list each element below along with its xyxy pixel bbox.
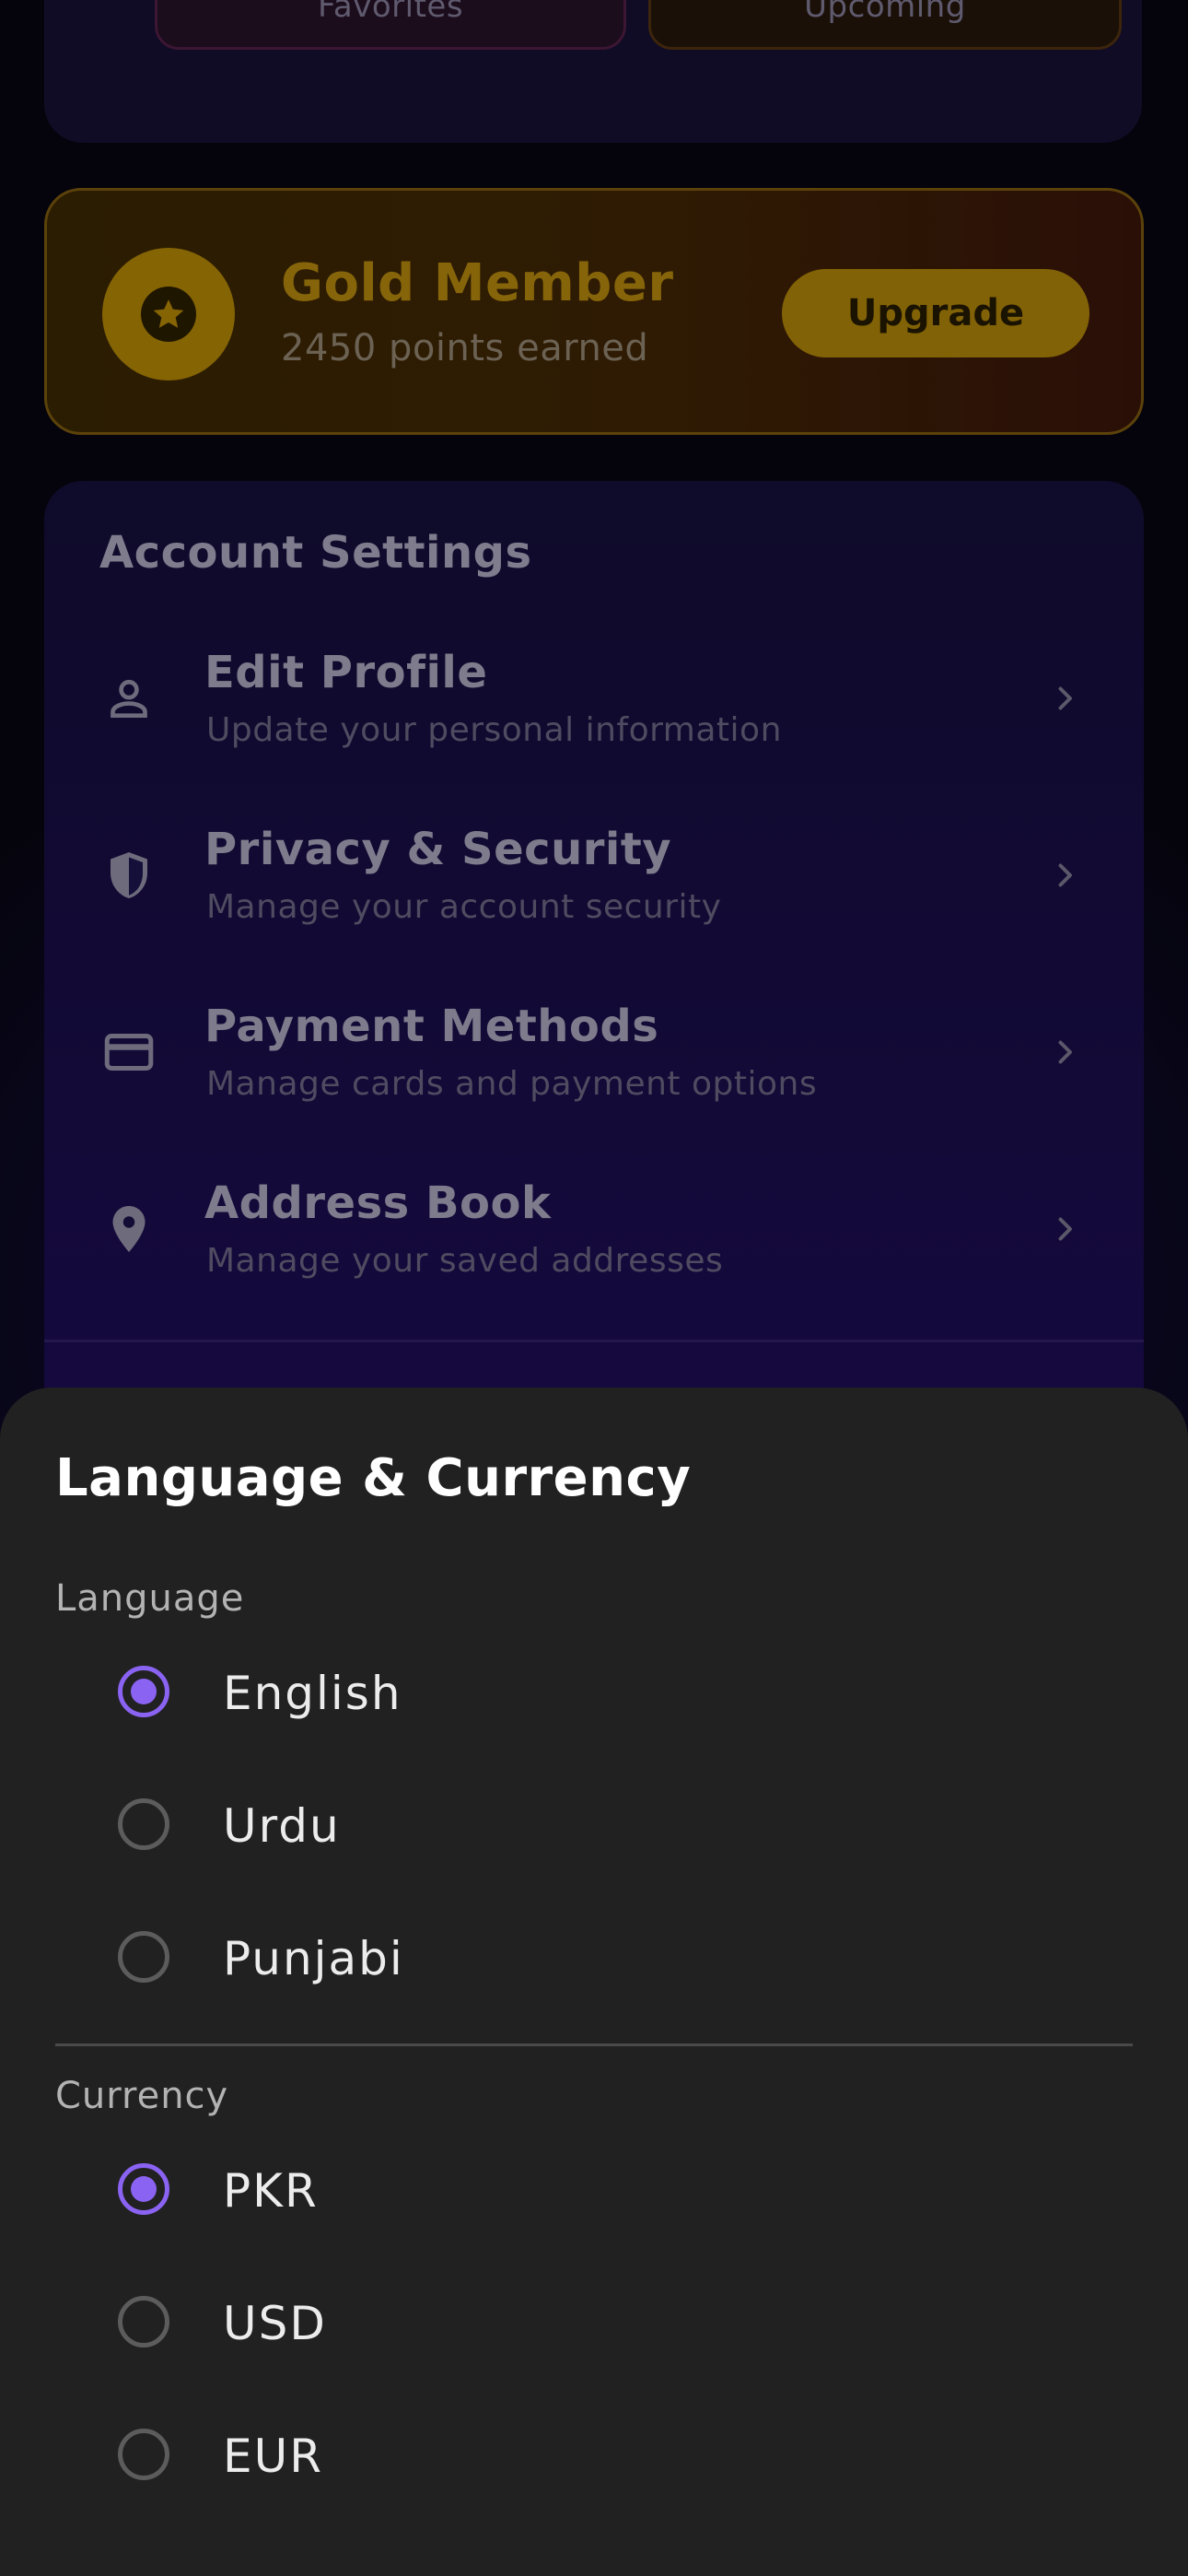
favorites-label: Favorites — [317, 0, 464, 25]
currency-section-label: Currency — [55, 2075, 229, 2117]
settings-item-edit-profile[interactable]: Edit Profile Update your personal inform… — [44, 610, 1144, 787]
settings-item-description: Update your personal information — [206, 711, 782, 749]
language-option-urdu[interactable]: Urdu — [0, 1764, 1188, 1884]
quick-links-card: Favorites Upcoming — [44, 0, 1142, 143]
location-pin-icon — [112, 1206, 146, 1252]
option-label: PKR — [223, 2164, 319, 2218]
chevron-right-icon — [1058, 1040, 1072, 1064]
credit-card-icon — [104, 1034, 154, 1071]
radio-selected[interactable] — [118, 2163, 169, 2215]
membership-title: Gold Member — [281, 253, 674, 313]
settings-item-label: Address Book — [204, 1177, 552, 1229]
person-icon — [111, 679, 147, 718]
language-section-label: Language — [55, 1577, 245, 1620]
chevron-right-icon — [1058, 686, 1072, 710]
upcoming-button[interactable]: Upcoming — [648, 0, 1122, 50]
radio-unselected[interactable] — [118, 1798, 169, 1850]
language-currency-sheet: Language & Currency Language English Urd… — [0, 1388, 1188, 2576]
settings-item-privacy-security[interactable]: Privacy & Security Manage your account s… — [44, 787, 1144, 964]
option-label: Punjabi — [223, 1932, 404, 1985]
option-label: English — [223, 1667, 402, 1720]
radio-unselected[interactable] — [118, 1931, 169, 1983]
membership-card: Gold Member 2450 points earned Upgrade — [44, 188, 1144, 435]
radio-unselected[interactable] — [118, 2429, 169, 2480]
upgrade-button[interactable]: Upgrade — [782, 269, 1089, 357]
settings-item-label: Privacy & Security — [204, 824, 672, 875]
profile-screen: Favorites Upcoming Gold Member 2450 poin… — [0, 0, 1188, 2576]
settings-item-address-book[interactable]: Address Book Manage your saved addresses — [44, 1141, 1144, 1317]
settings-item-description: Manage cards and payment options — [206, 1065, 818, 1103]
account-settings-title: Account Settings — [99, 527, 532, 579]
star-icon — [153, 299, 184, 328]
shield-icon — [111, 852, 147, 898]
language-option-english[interactable]: English — [0, 1632, 1188, 1751]
account-settings-card: Account Settings Edit Profile Update you… — [44, 481, 1144, 1402]
option-label: Urdu — [223, 1799, 341, 1853]
radio-unselected[interactable] — [118, 2296, 169, 2348]
settings-item-label: Payment Methods — [204, 1001, 659, 1052]
favorites-button[interactable]: Favorites — [155, 0, 626, 50]
radio-selected[interactable] — [118, 1666, 169, 1717]
settings-item-payment-methods[interactable]: Payment Methods Manage cards and payment… — [44, 964, 1144, 1141]
settings-item-description: Manage your account security — [206, 888, 722, 926]
chevron-right-icon — [1058, 863, 1072, 887]
membership-points: 2450 points earned — [281, 327, 649, 369]
option-label: EUR — [223, 2430, 323, 2483]
chevron-right-icon — [1058, 1217, 1072, 1241]
upcoming-label: Upcoming — [804, 0, 966, 25]
currency-option-usd[interactable]: USD — [0, 2262, 1188, 2382]
option-label: USD — [223, 2297, 327, 2350]
currency-option-pkr[interactable]: PKR — [0, 2129, 1188, 2249]
membership-badge — [102, 248, 235, 381]
settings-divider — [44, 1340, 1144, 1342]
settings-item-description: Manage your saved addresses — [206, 1242, 724, 1280]
settings-item-label: Edit Profile — [204, 647, 488, 698]
currency-option-eur[interactable]: EUR — [0, 2395, 1188, 2514]
sheet-title: Language & Currency — [55, 1448, 692, 1508]
language-option-punjabi[interactable]: Punjabi — [0, 1897, 1188, 2017]
sheet-divider — [55, 2043, 1133, 2046]
